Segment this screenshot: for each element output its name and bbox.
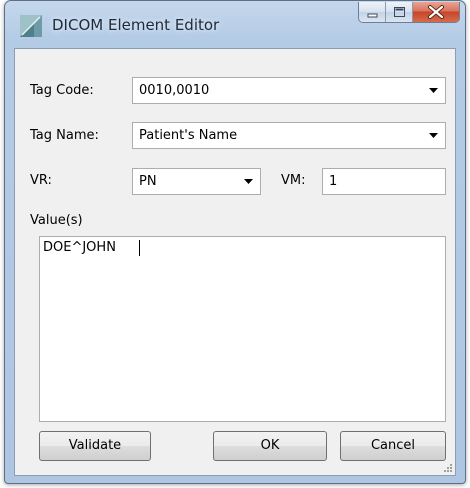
dialog-window: DICOM Element Editor Tag Code: 0010,0010… [4,0,466,484]
tag-name-combo[interactable]: Patient's Name [132,122,446,149]
text-caret [139,240,140,256]
tag-name-label: Tag Name: [30,128,99,143]
tag-name-value: Patient's Name [139,128,238,143]
vr-combo[interactable]: PN [132,168,261,195]
tag-code-value: 0010,0010 [139,83,210,98]
title-bar[interactable]: DICOM Element Editor [5,1,465,47]
maximize-icon [394,7,405,17]
minimize-icon [367,13,378,18]
chevron-down-icon [429,88,438,93]
minimize-button[interactable] [359,2,386,22]
cancel-button[interactable]: Cancel [340,431,446,461]
validate-button[interactable]: Validate [39,431,151,461]
chevron-down-icon [429,133,438,138]
tag-code-combo[interactable]: 0010,0010 [132,77,446,104]
caption-buttons [358,2,460,23]
values-textarea[interactable]: DOE^JOHN [39,236,446,422]
dialog-client-area: Tag Code: 0010,0010 Tag Name: Patient's … [14,48,456,476]
chevron-down-icon [244,179,253,184]
vr-value: PN [139,174,157,189]
vm-value: 1 [329,174,338,189]
vm-input[interactable]: 1 [322,168,446,195]
values-text: DOE^JOHN [43,240,116,255]
close-button[interactable] [413,2,459,22]
dicom-app-icon [20,15,42,37]
window-title: DICOM Element Editor [52,16,220,34]
ok-button[interactable]: OK [213,431,327,461]
resize-grip-icon[interactable] [443,463,453,473]
vr-label: VR: [30,173,52,188]
values-label: Value(s) [30,213,83,228]
maximize-button[interactable] [386,2,413,22]
close-icon [428,5,444,19]
vm-label: VM: [281,173,306,188]
tag-code-label: Tag Code: [30,83,94,98]
